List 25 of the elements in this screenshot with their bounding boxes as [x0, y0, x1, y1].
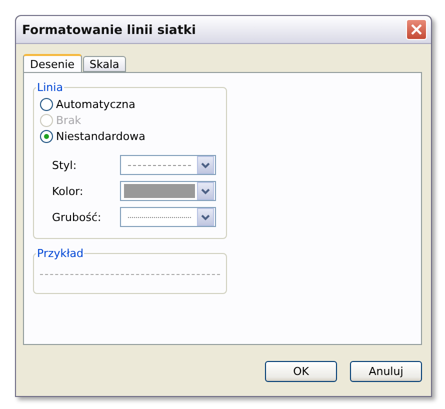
chevron-down-icon	[197, 182, 214, 200]
radio-circle[interactable]	[40, 130, 53, 142]
radio-option[interactable]: Niestandardowa	[40, 128, 220, 144]
radio-circle[interactable]	[40, 98, 53, 110]
ok-button[interactable]: OK	[265, 361, 337, 382]
group-title: Linia	[36, 81, 64, 94]
tab[interactable]: Skala	[82, 56, 126, 72]
close-button[interactable]	[406, 19, 427, 40]
tab[interactable]: Desenie	[23, 54, 82, 72]
dropdown[interactable]	[120, 207, 216, 227]
dropdown[interactable]	[120, 155, 216, 175]
dropdown[interactable]	[120, 181, 216, 201]
chevron-down-icon	[197, 208, 214, 226]
color-swatch	[124, 184, 195, 198]
field-label: Styl:	[51, 158, 78, 172]
window-title: Formatowanie linii siatki	[22, 22, 196, 37]
group-title: Przykład	[36, 247, 84, 260]
close-icon	[410, 23, 423, 36]
line-style-preview	[128, 164, 191, 166]
field-label: Grubość:	[51, 210, 102, 224]
radio-option[interactable]: Automatyczna	[40, 96, 220, 112]
chevron-down-icon	[197, 156, 214, 174]
cancel-button[interactable]: Anuluj	[350, 361, 422, 382]
field-label: Kolor:	[51, 184, 84, 198]
line-style-preview	[128, 216, 191, 218]
